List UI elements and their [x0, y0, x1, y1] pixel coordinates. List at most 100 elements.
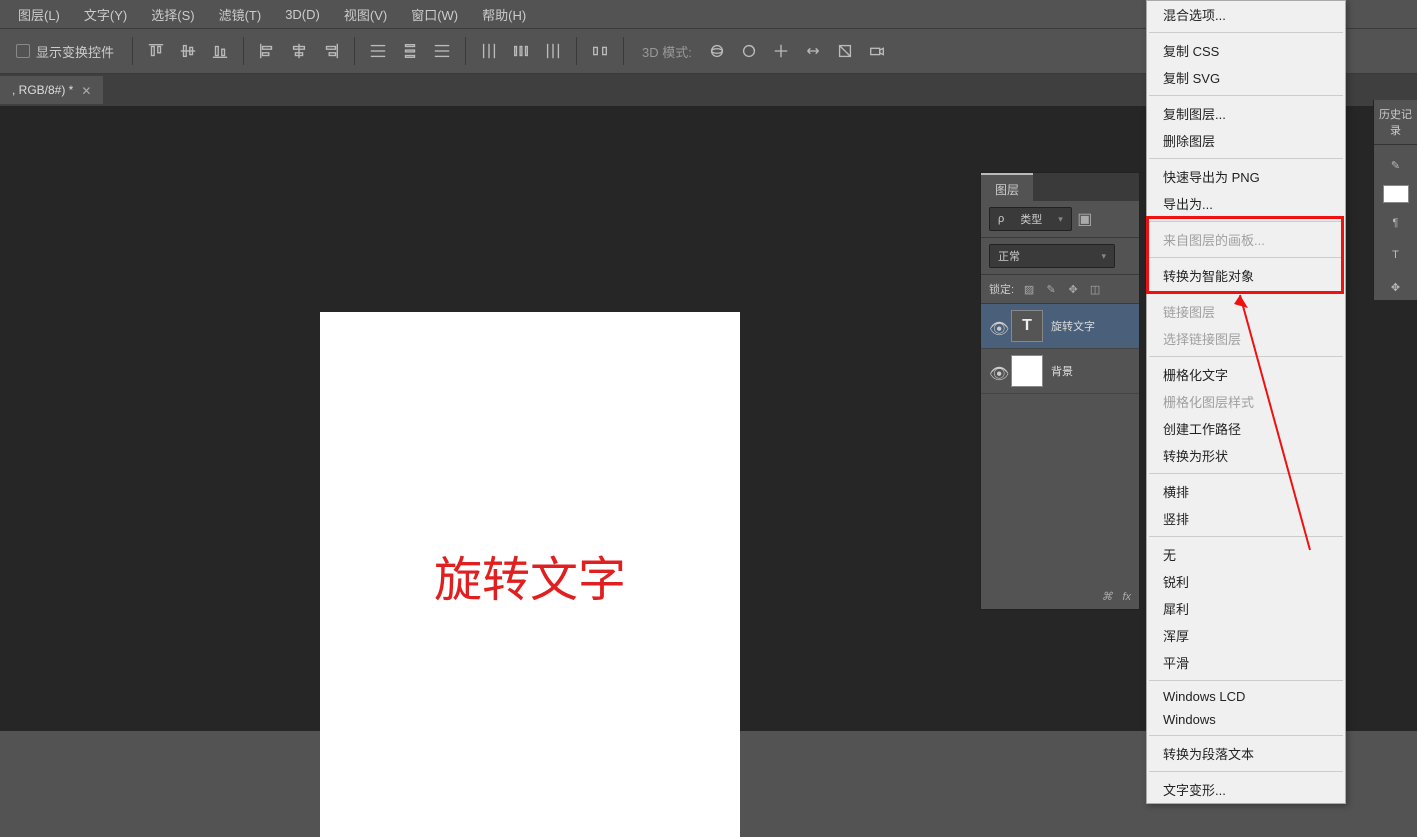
- canvas[interactable]: 旋转文字: [320, 312, 740, 837]
- lock-artboard-icon[interactable]: ◫: [1088, 282, 1102, 296]
- context-menu-item[interactable]: 复制 CSS: [1147, 37, 1345, 64]
- context-menu-item[interactable]: 导出为...: [1147, 190, 1345, 217]
- separator: [1149, 735, 1343, 736]
- close-icon[interactable]: ✕: [81, 84, 93, 96]
- context-menu-item[interactable]: 转换为形状: [1147, 442, 1345, 469]
- context-menu-item[interactable]: Windows LCD: [1147, 685, 1345, 708]
- context-menu-item[interactable]: 删除图层: [1147, 127, 1345, 154]
- align-hcenter-icon[interactable]: [286, 38, 312, 64]
- lock-transparent-icon[interactable]: ▨: [1022, 282, 1036, 296]
- distribute-right-icon[interactable]: [540, 38, 566, 64]
- layer-item-background[interactable]: 👁 背景: [981, 349, 1139, 394]
- separator: [1149, 356, 1343, 357]
- fx-icon[interactable]: fx: [1122, 591, 1131, 603]
- 3d-slide-icon[interactable]: [800, 38, 826, 64]
- context-menu-item[interactable]: 浑厚: [1147, 622, 1345, 649]
- context-menu-item[interactable]: 复制 SVG: [1147, 64, 1345, 91]
- link-layers-icon[interactable]: ⌘: [1101, 590, 1112, 603]
- move-icon[interactable]: ✥: [1384, 275, 1408, 299]
- 3d-pan-icon[interactable]: [768, 38, 794, 64]
- separator: [623, 37, 624, 65]
- context-menu-item[interactable]: 栅格化文字: [1147, 361, 1345, 388]
- checkbox-label: 显示变换控件: [36, 42, 114, 61]
- context-menu-item[interactable]: 锐利: [1147, 568, 1345, 595]
- separator: [132, 37, 133, 65]
- history-thumb[interactable]: [1383, 185, 1409, 203]
- blend-mode-select[interactable]: 正常 ▾: [989, 244, 1115, 268]
- menu-type[interactable]: 文字(Y): [74, 1, 137, 28]
- context-menu-item: 链接图层: [1147, 298, 1345, 325]
- context-menu-item: 选择链接图层: [1147, 325, 1345, 352]
- align-right-icon[interactable]: [318, 38, 344, 64]
- filter-image-icon[interactable]: ▣: [1078, 212, 1092, 226]
- distribute-top-icon[interactable]: [365, 38, 391, 64]
- align-vcenter-icon[interactable]: [175, 38, 201, 64]
- separator: [1149, 257, 1343, 258]
- panel-tabs: 图层: [981, 173, 1139, 201]
- visibility-icon[interactable]: 👁: [989, 364, 1003, 378]
- separator: [1149, 473, 1343, 474]
- context-menu-item[interactable]: 竖排: [1147, 505, 1345, 532]
- menu-select[interactable]: 选择(S): [141, 1, 204, 28]
- context-menu-item[interactable]: 快速导出为 PNG: [1147, 163, 1345, 190]
- separator: [1149, 95, 1343, 96]
- tab-history[interactable]: 历史记录: [1374, 100, 1417, 145]
- distribute-vcenter-icon[interactable]: [397, 38, 423, 64]
- align-top-icon[interactable]: [143, 38, 169, 64]
- type-icon[interactable]: T: [1384, 243, 1408, 267]
- layers-panel-footer: ⌘ fx: [981, 584, 1139, 609]
- context-menu-item[interactable]: 混合选项...: [1147, 1, 1345, 28]
- show-transform-controls-checkbox[interactable]: 显示变换控件: [8, 42, 122, 61]
- distribute-left-icon[interactable]: [476, 38, 502, 64]
- tab-layers[interactable]: 图层: [981, 173, 1033, 201]
- 3d-roll-icon[interactable]: [736, 38, 762, 64]
- align-left-icon[interactable]: [254, 38, 280, 64]
- align-bottom-icon[interactable]: [207, 38, 233, 64]
- distribute-spacing-icon[interactable]: [587, 38, 613, 64]
- context-menu-item[interactable]: 无: [1147, 541, 1345, 568]
- context-menu-item[interactable]: 转换为智能对象: [1147, 262, 1345, 289]
- menu-3d[interactable]: 3D(D): [275, 3, 330, 26]
- distribute-hcenter-icon[interactable]: [508, 38, 534, 64]
- lock-position-icon[interactable]: ✥: [1066, 282, 1080, 296]
- visibility-icon[interactable]: 👁: [989, 319, 1003, 333]
- context-menu-item[interactable]: 平滑: [1147, 649, 1345, 676]
- 3d-scale-icon[interactable]: [832, 38, 858, 64]
- separator: [1149, 158, 1343, 159]
- document-tab[interactable]: , RGB/8#) * ✕: [0, 76, 103, 104]
- brush-icon[interactable]: ✎: [1384, 153, 1408, 177]
- layers-panel: 图层 ρ 类型 ▾ ▣ 正常 ▾ 锁定: ▨ ✎ ✥ ◫ 👁 T 旋转文字 👁 …: [980, 172, 1140, 610]
- right-panel-strip: 历史记录 ✎ ¶ T ✥: [1373, 100, 1417, 300]
- chevron-down-icon: ▾: [1101, 251, 1106, 262]
- context-menu-item[interactable]: 创建工作路径: [1147, 415, 1345, 442]
- layer-item-text[interactable]: 👁 T 旋转文字: [981, 304, 1139, 349]
- context-menu-item[interactable]: Windows: [1147, 708, 1345, 731]
- 3d-camera-icon[interactable]: [864, 38, 890, 64]
- separator: [1149, 536, 1343, 537]
- menu-filter[interactable]: 滤镜(T): [209, 1, 272, 28]
- context-menu-item[interactable]: 复制图层...: [1147, 100, 1345, 127]
- menu-window[interactable]: 窗口(W): [401, 1, 468, 28]
- mode-3d-label: 3D 模式:: [642, 42, 692, 61]
- tab-title: , RGB/8#) *: [12, 83, 73, 97]
- context-menu-item: 栅格化图层样式: [1147, 388, 1345, 415]
- menu-help[interactable]: 帮助(H): [472, 1, 536, 28]
- context-menu-item[interactable]: 转换为段落文本: [1147, 740, 1345, 767]
- 3d-orbit-icon[interactable]: [704, 38, 730, 64]
- context-menu-item[interactable]: 犀利: [1147, 595, 1345, 622]
- menu-layer[interactable]: 图层(L): [8, 1, 70, 28]
- separator: [576, 37, 577, 65]
- layer-thumbnail-type: T: [1011, 310, 1043, 342]
- separator: [1149, 771, 1343, 772]
- distribute-bottom-icon[interactable]: [429, 38, 455, 64]
- paragraph-icon[interactable]: ¶: [1384, 211, 1408, 235]
- separator: [1149, 680, 1343, 681]
- layer-filter-select[interactable]: ρ 类型 ▾: [989, 207, 1072, 231]
- lock-paint-icon[interactable]: ✎: [1044, 282, 1058, 296]
- context-menu-item[interactable]: 横排: [1147, 478, 1345, 505]
- context-menu-item[interactable]: 文字变形...: [1147, 776, 1345, 803]
- layer-name: 旋转文字: [1051, 318, 1095, 334]
- canvas-text-layer[interactable]: 旋转文字: [434, 540, 626, 610]
- menu-view[interactable]: 视图(V): [334, 1, 397, 28]
- layer-context-menu: 混合选项... 复制 CSS复制 SVG 复制图层...删除图层快速导出为 PNG导…: [1146, 0, 1346, 804]
